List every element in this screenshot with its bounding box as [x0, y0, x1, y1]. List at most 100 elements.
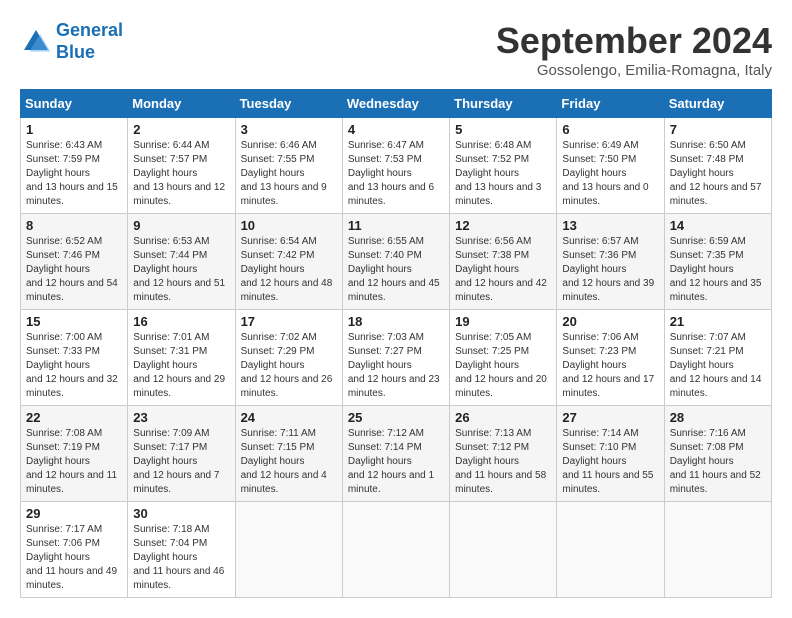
logo-blue: Blue [56, 42, 95, 62]
day-number: 21 [670, 314, 766, 329]
calendar-table: SundayMondayTuesdayWednesdayThursdayFrid… [20, 89, 772, 598]
day-cell: 22Sunrise: 7:08 AMSunset: 7:19 PMDayligh… [21, 406, 128, 502]
day-number: 11 [348, 218, 444, 233]
day-number: 8 [26, 218, 122, 233]
day-info: Sunrise: 6:53 AMSunset: 7:44 PMDaylight … [133, 235, 229, 305]
day-cell: 19 Sunrise: 7:05 AMSunset: 7:25 PMDayligh… [450, 310, 557, 406]
day-info: Sunrise: 6:43 AMSunset: 7:59 PMDaylight … [26, 139, 122, 209]
day-info: Sunrise: 6:49 AMSunset: 7:50 PMDaylight … [562, 139, 658, 209]
day-cell: 12 Sunrise: 6:56 AMSunset: 7:38 PMDayligh… [450, 214, 557, 310]
day-info: Sunrise: 7:14 AMSunset: 7:10 PMDaylight … [562, 427, 658, 497]
calendar-body: 1 Sunrise: 6:43 AMSunset: 7:59 PMDaylight… [21, 118, 772, 598]
day-info: Sunrise: 6:57 AMSunset: 7:36 PMDaylight … [562, 235, 658, 305]
day-cell: 14 Sunrise: 6:59 AMSunset: 7:35 PMDayligh… [664, 214, 771, 310]
week-row-3: 15Sunrise: 7:00 AMSunset: 7:33 PMDayligh… [21, 310, 772, 406]
day-number: 25 [348, 410, 444, 425]
day-number: 22 [26, 410, 122, 425]
month-title: September 2024 [496, 20, 772, 62]
day-cell: 16Sunrise: 7:01 AMSunset: 7:31 PMDayligh… [128, 310, 235, 406]
day-number: 23 [133, 410, 229, 425]
day-number: 7 [670, 122, 766, 137]
logo-text: General Blue [56, 20, 123, 63]
day-cell [450, 502, 557, 598]
day-info: Sunrise: 7:11 AMSunset: 7:15 PMDaylight … [241, 427, 337, 497]
week-row-2: 8 Sunrise: 6:52 AMSunset: 7:46 PMDaylight… [21, 214, 772, 310]
day-number: 16 [133, 314, 229, 329]
weekday-saturday: Saturday [664, 90, 771, 118]
header: General Blue September 2024 Gossolengo, … [20, 20, 772, 79]
day-number: 19 [455, 314, 551, 329]
day-info: Sunrise: 7:03 AMSunset: 7:27 PMDaylight … [348, 331, 444, 401]
day-cell: 1 Sunrise: 6:43 AMSunset: 7:59 PMDaylight… [21, 118, 128, 214]
day-info: Sunrise: 6:50 AMSunset: 7:48 PMDaylight … [670, 139, 766, 209]
day-cell: 18 Sunrise: 7:03 AMSunset: 7:27 PMDayligh… [342, 310, 449, 406]
title-area: September 2024 Gossolengo, Emilia-Romagn… [496, 20, 772, 79]
day-cell: 17Sunrise: 7:02 AMSunset: 7:29 PMDayligh… [235, 310, 342, 406]
day-number: 15 [26, 314, 122, 329]
day-info: Sunrise: 6:52 AMSunset: 7:46 PMDaylight … [26, 235, 122, 305]
day-info: Sunrise: 7:16 AMSunset: 7:08 PMDaylight … [670, 427, 766, 497]
calendar-header: SundayMondayTuesdayWednesdayThursdayFrid… [21, 90, 772, 118]
week-row-4: 22Sunrise: 7:08 AMSunset: 7:19 PMDayligh… [21, 406, 772, 502]
day-cell [557, 502, 664, 598]
day-cell [342, 502, 449, 598]
day-cell: 8 Sunrise: 6:52 AMSunset: 7:46 PMDaylight… [21, 214, 128, 310]
day-number: 26 [455, 410, 551, 425]
day-info: Sunrise: 7:17 AMSunset: 7:06 PMDaylight … [26, 523, 122, 593]
day-number: 2 [133, 122, 229, 137]
day-number: 29 [26, 506, 122, 521]
day-number: 12 [455, 218, 551, 233]
day-cell: 7 Sunrise: 6:50 AMSunset: 7:48 PMDaylight… [664, 118, 771, 214]
day-number: 6 [562, 122, 658, 137]
logo-icon [20, 26, 52, 58]
day-info: Sunrise: 6:56 AMSunset: 7:38 PMDaylight … [455, 235, 551, 305]
day-info: Sunrise: 7:02 AMSunset: 7:29 PMDaylight … [241, 331, 337, 401]
day-number: 14 [670, 218, 766, 233]
day-cell: 13 Sunrise: 6:57 AMSunset: 7:36 PMDayligh… [557, 214, 664, 310]
day-cell [235, 502, 342, 598]
day-number: 24 [241, 410, 337, 425]
day-cell: 9 Sunrise: 6:53 AMSunset: 7:44 PMDaylight… [128, 214, 235, 310]
weekday-monday: Monday [128, 90, 235, 118]
day-info: Sunrise: 7:06 AMSunset: 7:23 PMDaylight … [562, 331, 658, 401]
day-cell: 2 Sunrise: 6:44 AMSunset: 7:57 PMDaylight… [128, 118, 235, 214]
logo: General Blue [20, 20, 123, 63]
day-cell: 26 Sunrise: 7:13 AMSunset: 7:12 PMDayligh… [450, 406, 557, 502]
day-info: Sunrise: 6:46 AMSunset: 7:55 PMDaylight … [241, 139, 337, 209]
weekday-wednesday: Wednesday [342, 90, 449, 118]
day-info: Sunrise: 7:05 AMSunset: 7:25 PMDaylight … [455, 331, 551, 401]
day-info: Sunrise: 6:48 AMSunset: 7:52 PMDaylight … [455, 139, 551, 209]
day-number: 27 [562, 410, 658, 425]
day-number: 13 [562, 218, 658, 233]
day-info: Sunrise: 7:13 AMSunset: 7:12 PMDaylight … [455, 427, 551, 497]
day-cell [664, 502, 771, 598]
day-number: 5 [455, 122, 551, 137]
logo-general: General [56, 20, 123, 40]
day-number: 18 [348, 314, 444, 329]
day-cell: 3 Sunrise: 6:46 AMSunset: 7:55 PMDaylight… [235, 118, 342, 214]
week-row-5: 29 Sunrise: 7:17 AMSunset: 7:06 PMDayligh… [21, 502, 772, 598]
weekday-tuesday: Tuesday [235, 90, 342, 118]
day-cell: 20Sunrise: 7:06 AMSunset: 7:23 PMDayligh… [557, 310, 664, 406]
day-cell: 5 Sunrise: 6:48 AMSunset: 7:52 PMDaylight… [450, 118, 557, 214]
day-info: Sunrise: 6:44 AMSunset: 7:57 PMDaylight … [133, 139, 229, 209]
day-number: 1 [26, 122, 122, 137]
day-cell: 27 Sunrise: 7:14 AMSunset: 7:10 PMDayligh… [557, 406, 664, 502]
weekday-thursday: Thursday [450, 90, 557, 118]
day-number: 3 [241, 122, 337, 137]
day-number: 10 [241, 218, 337, 233]
day-number: 9 [133, 218, 229, 233]
day-number: 30 [133, 506, 229, 521]
day-number: 28 [670, 410, 766, 425]
day-cell: 29 Sunrise: 7:17 AMSunset: 7:06 PMDayligh… [21, 502, 128, 598]
day-info: Sunrise: 6:54 AMSunset: 7:42 PMDaylight … [241, 235, 337, 305]
day-cell: 28 Sunrise: 7:16 AMSunset: 7:08 PMDayligh… [664, 406, 771, 502]
day-cell: 23Sunrise: 7:09 AMSunset: 7:17 PMDayligh… [128, 406, 235, 502]
weekday-header-row: SundayMondayTuesdayWednesdayThursdayFrid… [21, 90, 772, 118]
day-info: Sunrise: 6:59 AMSunset: 7:35 PMDaylight … [670, 235, 766, 305]
day-info: Sunrise: 6:55 AMSunset: 7:40 PMDaylight … [348, 235, 444, 305]
week-row-1: 1 Sunrise: 6:43 AMSunset: 7:59 PMDaylight… [21, 118, 772, 214]
day-cell: 24 Sunrise: 7:11 AMSunset: 7:15 PMDayligh… [235, 406, 342, 502]
weekday-friday: Friday [557, 90, 664, 118]
day-number: 4 [348, 122, 444, 137]
